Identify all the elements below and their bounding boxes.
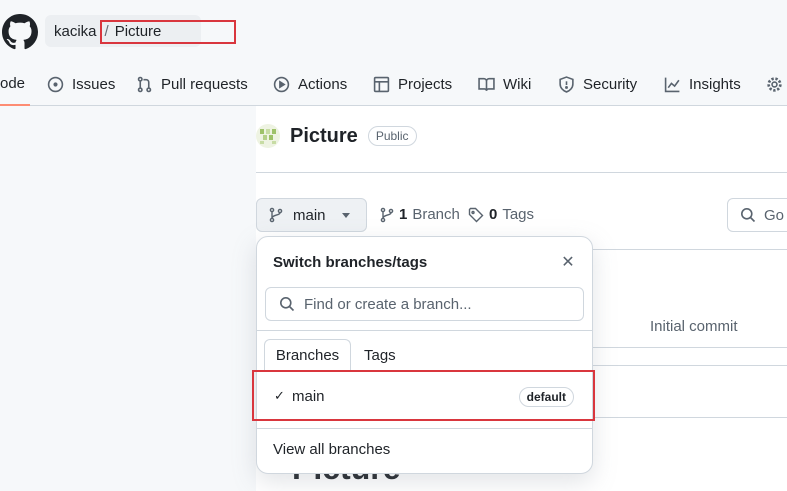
tab-wiki[interactable]: Wiki xyxy=(478,62,531,106)
tab-label: ode xyxy=(0,74,26,92)
tag-icon xyxy=(468,207,484,222)
file-table-border xyxy=(590,347,787,348)
branch-icon xyxy=(269,207,283,223)
breadcrumb-owner[interactable]: kacika xyxy=(54,23,97,40)
file-table-border xyxy=(590,365,787,366)
close-icon[interactable]: ✕ xyxy=(557,251,579,273)
commit-message[interactable]: Initial commit xyxy=(650,318,738,335)
current-branch-label: main xyxy=(293,206,326,224)
tag-count-link[interactable]: 0 Tags xyxy=(468,206,534,223)
pull-request-icon xyxy=(137,76,152,92)
divider xyxy=(256,172,787,173)
shield-icon xyxy=(559,75,574,93)
visibility-badge: Public xyxy=(367,126,417,146)
repo-avatar xyxy=(256,124,280,148)
highlight-box-breadcrumb xyxy=(100,20,236,44)
branch-count-link[interactable]: 1 Branch xyxy=(380,206,460,223)
divider xyxy=(257,428,592,429)
tab-security[interactable]: Security xyxy=(558,62,637,106)
file-table-border xyxy=(590,249,787,250)
repo-name[interactable]: Picture xyxy=(290,125,358,148)
view-all-branches-link[interactable]: View all branches xyxy=(273,441,390,458)
table-icon xyxy=(373,76,390,92)
branch-select-button[interactable]: main xyxy=(256,198,367,232)
branch-switcher-dropdown: Switch branches/tags ✕ Find or create a … xyxy=(256,236,593,474)
tag-count: 0 xyxy=(489,206,498,223)
gear-icon xyxy=(767,76,782,92)
tab-label: Wiki xyxy=(503,75,532,93)
search-icon xyxy=(280,297,295,312)
tab-label: Actions xyxy=(298,75,348,93)
tab-tags[interactable]: Tags xyxy=(364,339,396,371)
branch-count: 1 xyxy=(399,206,408,223)
tab-actions[interactable]: Actions xyxy=(273,62,347,106)
book-icon xyxy=(478,77,495,91)
chevron-down-icon xyxy=(341,212,350,218)
branch-icon xyxy=(380,207,394,222)
repo-nav-tabs: ode Issues Pull requests Actions Project… xyxy=(0,62,787,106)
graph-icon xyxy=(664,77,680,92)
divider xyxy=(257,330,592,331)
search-icon xyxy=(741,208,756,223)
go-to-file-input[interactable]: Go xyxy=(727,198,787,232)
tab-pull-requests[interactable]: Pull requests xyxy=(136,62,248,106)
file-table-border xyxy=(590,417,787,418)
github-logo-icon[interactable] xyxy=(2,14,38,50)
issue-icon xyxy=(47,76,64,92)
tab-label: Projects xyxy=(398,75,453,93)
highlight-box-branch-item xyxy=(252,370,595,421)
tab-label: Issues xyxy=(72,75,116,93)
tab-label: Pull requests xyxy=(161,75,248,93)
tab-settings[interactable] xyxy=(766,62,783,106)
repo-title: Picture Public xyxy=(256,124,417,148)
branch-search-placeholder: Find or create a branch... xyxy=(304,295,472,313)
tab-projects[interactable]: Projects xyxy=(373,62,452,106)
tab-issues[interactable]: Issues xyxy=(47,62,115,106)
branch-search-input[interactable]: Find or create a branch... xyxy=(265,287,584,321)
tab-insights[interactable]: Insights xyxy=(664,62,741,106)
go-to-file-placeholder: Go xyxy=(764,206,785,224)
dropdown-title: Switch branches/tags xyxy=(273,254,428,271)
tag-count-label: Tags xyxy=(502,206,535,223)
tab-label: Security xyxy=(583,75,638,93)
tab-branches[interactable]: Branches xyxy=(264,339,351,371)
tab-label: Insights xyxy=(689,75,741,93)
branch-count-label: Branch xyxy=(412,206,460,223)
tab-code[interactable]: ode xyxy=(0,62,30,106)
play-icon xyxy=(273,76,290,92)
